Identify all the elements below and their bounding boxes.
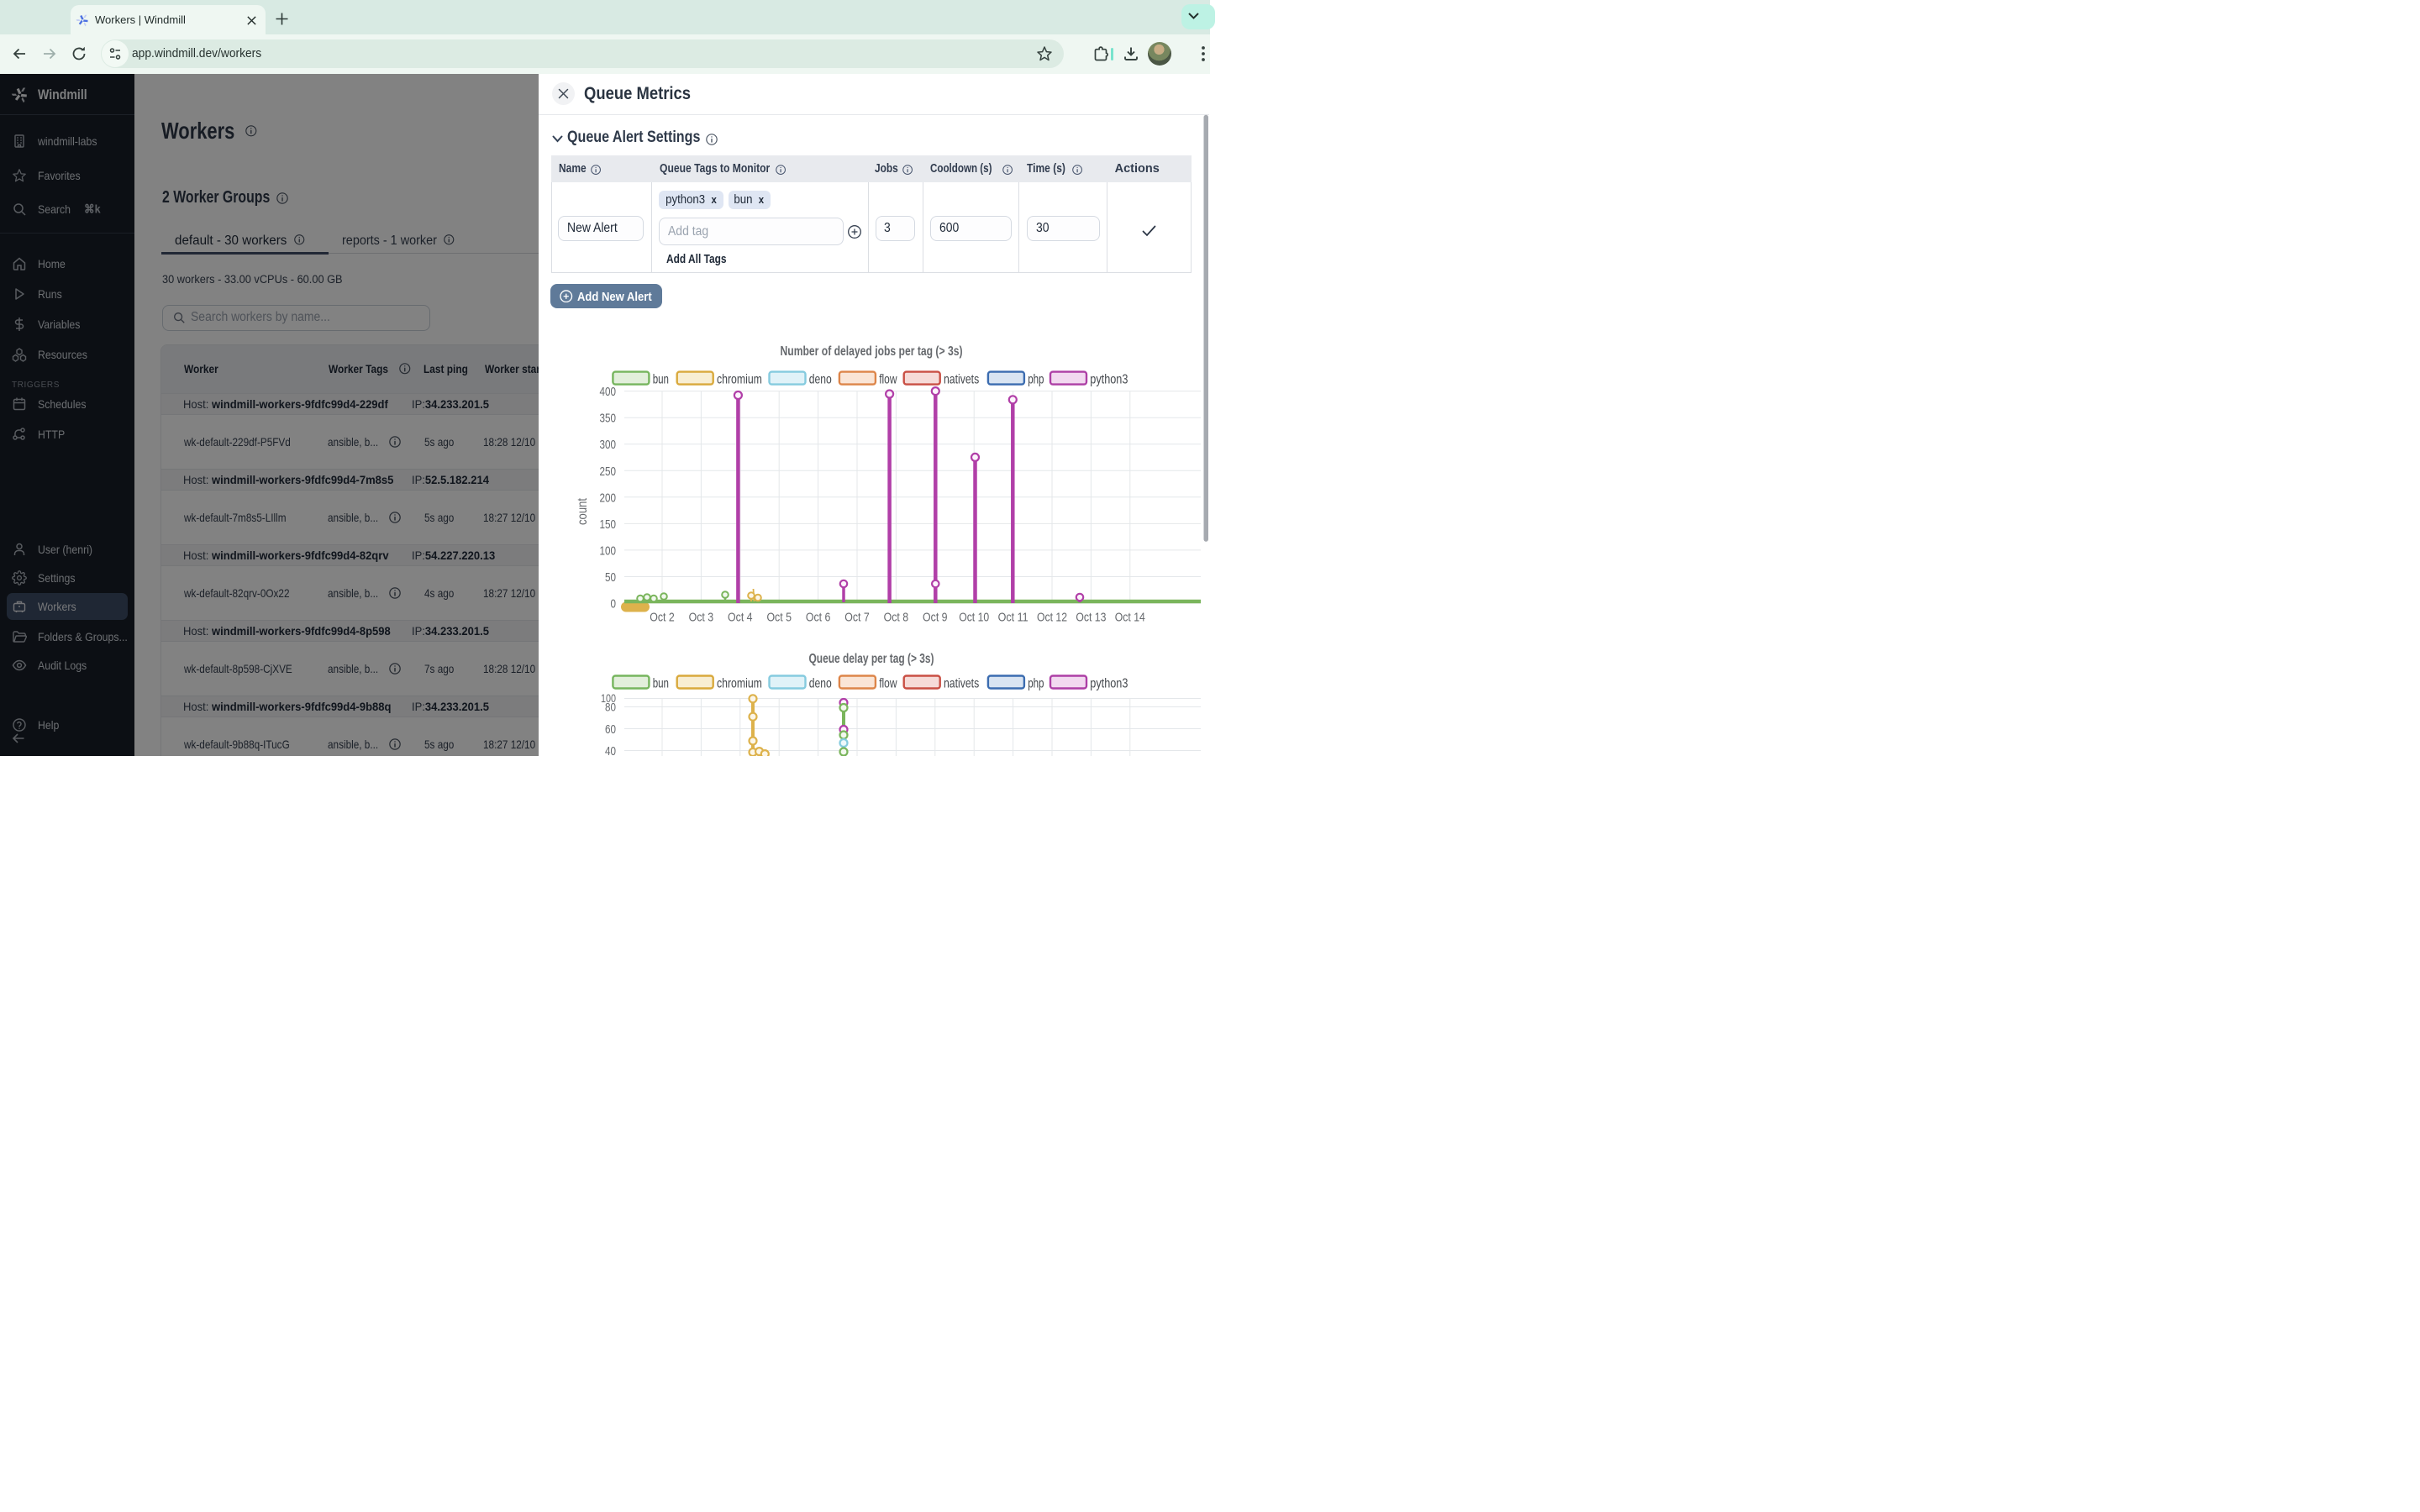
svg-text:Oct 3: Oct 3 — [689, 612, 714, 625]
svg-text:nativets: nativets — [944, 677, 979, 691]
svg-text:chromium: chromium — [717, 677, 762, 691]
svg-text:400: 400 — [600, 386, 617, 399]
svg-text:nativets: nativets — [944, 373, 979, 387]
svg-text:250: 250 — [600, 465, 617, 479]
svg-text:100: 100 — [600, 544, 617, 558]
svg-text:python3: python3 — [1090, 677, 1128, 691]
svg-text:php: php — [1028, 373, 1044, 387]
svg-text:Oct 6: Oct 6 — [806, 612, 831, 625]
svg-text:flow: flow — [879, 373, 897, 387]
svg-text:count: count — [576, 497, 590, 525]
svg-text:bun: bun — [653, 373, 669, 387]
svg-text:Oct 13: Oct 13 — [1076, 612, 1106, 625]
svg-text:bun: bun — [653, 677, 669, 691]
svg-text:350: 350 — [600, 412, 617, 426]
svg-text:80: 80 — [605, 701, 616, 713]
svg-text:php: php — [1028, 677, 1044, 691]
svg-text:Oct 9: Oct 9 — [923, 612, 948, 625]
svg-text:Oct 4: Oct 4 — [728, 612, 753, 625]
svg-text:chromium: chromium — [717, 373, 762, 387]
svg-text:40: 40 — [605, 745, 616, 756]
svg-text:deno: deno — [809, 373, 832, 387]
svg-text:Oct 11: Oct 11 — [998, 612, 1028, 625]
svg-text:Oct 10: Oct 10 — [959, 612, 989, 625]
svg-text:Number of delayed jobs per tag: Number of delayed jobs per tag (> 3s) — [781, 344, 963, 359]
svg-text:Queue delay per tag (> 3s): Queue delay per tag (> 3s) — [809, 652, 934, 666]
svg-text:50: 50 — [605, 571, 616, 585]
svg-text:Oct 12: Oct 12 — [1037, 612, 1067, 625]
svg-text:300: 300 — [600, 438, 617, 452]
svg-text:Oct 5: Oct 5 — [766, 612, 792, 625]
svg-text:Oct 2: Oct 2 — [650, 612, 675, 625]
svg-text:python3: python3 — [1090, 373, 1128, 387]
svg-text:0: 0 — [611, 598, 617, 612]
svg-text:flow: flow — [879, 677, 897, 691]
svg-text:150: 150 — [600, 518, 617, 532]
svg-text:deno: deno — [809, 677, 832, 691]
svg-text:Oct 7: Oct 7 — [844, 612, 870, 625]
svg-text:Oct 14: Oct 14 — [1115, 612, 1145, 625]
svg-text:60: 60 — [605, 723, 616, 737]
svg-text:200: 200 — [600, 491, 617, 505]
svg-text:Oct 8: Oct 8 — [884, 612, 909, 625]
